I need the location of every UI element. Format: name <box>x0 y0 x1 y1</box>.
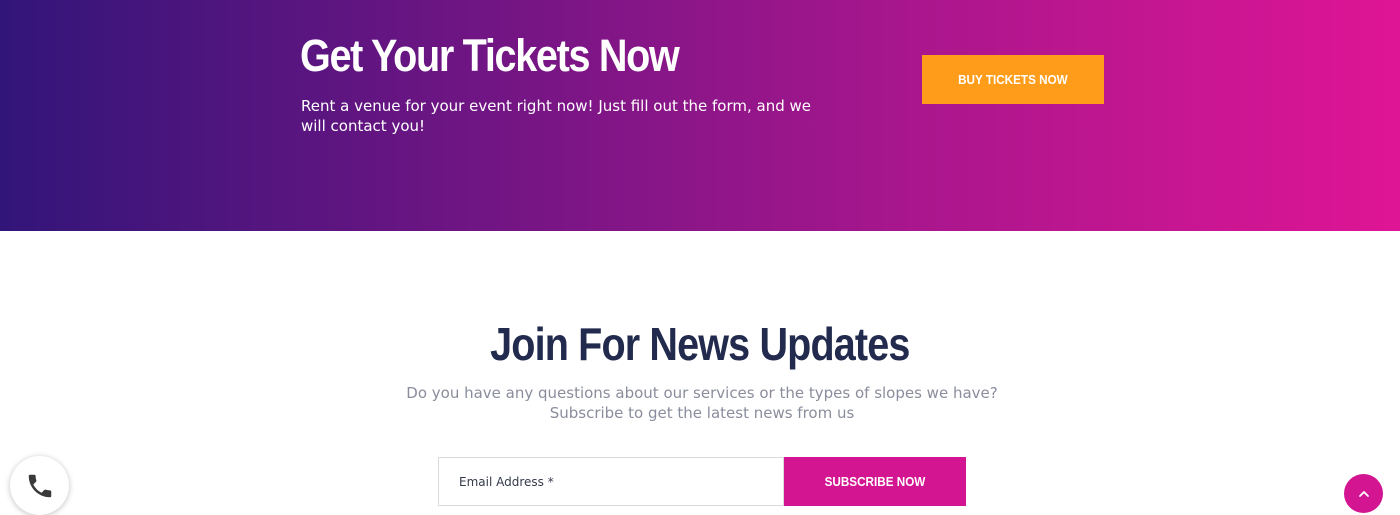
buy-tickets-button[interactable]: Buy Tickets Now <box>922 55 1104 104</box>
newsletter-description: Do you have any questions about our serv… <box>406 384 998 422</box>
phone-icon <box>28 474 51 497</box>
subscribe-label: Subscribe Now <box>824 474 926 489</box>
newsletter-heading: Join For News Updates <box>0 316 1400 372</box>
newsletter-heading-text: Join For News Updates <box>490 318 910 370</box>
buy-tickets-label: Buy Tickets Now <box>958 72 1068 87</box>
scroll-to-top-button[interactable] <box>1344 474 1383 513</box>
subscribe-form: Subscribe Now <box>438 457 966 506</box>
call-button[interactable] <box>10 456 69 515</box>
tickets-description: Rent a venue for your event right now! J… <box>301 97 811 135</box>
tickets-banner: Get Your Tickets Now Rent a venue for yo… <box>0 0 1400 231</box>
email-field[interactable] <box>438 457 784 506</box>
chevron-up-icon <box>1358 490 1369 497</box>
tickets-heading: Get Your Tickets Now <box>300 30 680 81</box>
subscribe-button[interactable]: Subscribe Now <box>784 457 966 506</box>
